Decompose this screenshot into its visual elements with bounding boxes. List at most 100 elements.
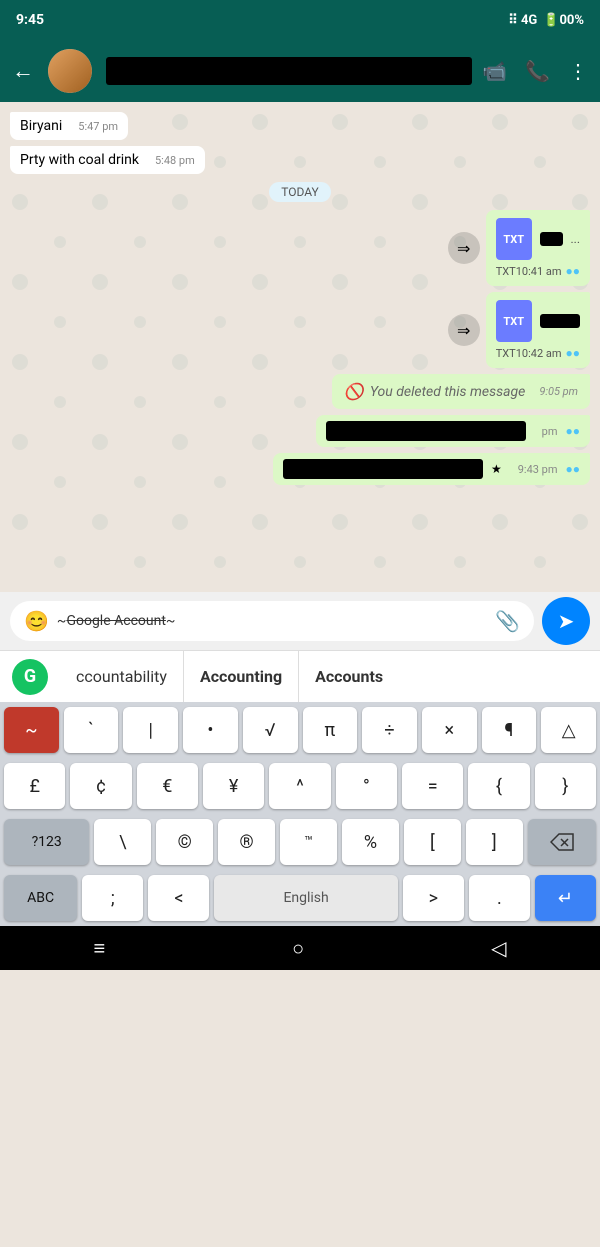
nav-menu-icon[interactable]: ≡ [93,936,105,961]
nav-back-icon[interactable]: ◁ [491,936,506,960]
status-bar: 9:45 ⠿ 4G 🔋00% [0,0,600,40]
avatar[interactable] [48,49,92,93]
key-pi[interactable]: π [303,707,358,753]
outgoing-bubble: pm ●● [316,415,590,447]
keyboard-row-2: £ ¢ € ¥ ^ ° = { } [0,758,600,814]
contact-name [106,57,472,85]
tilde-suffix: ~ [166,613,176,629]
chat-header: ← 📹 📞 ⋮ [0,40,600,102]
message-time: 5:47 pm [70,120,118,133]
message-row: pm ●● [10,415,590,447]
redacted-content [326,421,526,441]
key-less-than[interactable]: < [148,875,209,921]
ellipsis: ... [571,232,581,246]
date-separator: TODAY [10,182,590,202]
enter-key[interactable]: ↵ [535,875,596,921]
key-bracket-close[interactable]: ] [466,819,523,865]
forward-icon[interactable]: ⇒ [448,314,480,346]
key-caret[interactable]: ^ [269,763,330,809]
send-button[interactable]: ➤ [542,597,590,645]
message-input[interactable]: ~Google Account~ [57,613,487,629]
key-triangle[interactable]: △ [541,707,596,753]
key-cent[interactable]: ¢ [70,763,131,809]
attach-button[interactable]: 📎 [495,609,520,633]
input-text-strikethrough: Google Account [66,613,165,629]
read-ticks: ●● [566,346,581,360]
keyboard-row-1: ~ ` | • √ π ÷ × ¶ △ [0,702,600,758]
key-trademark[interactable]: ™ [280,819,337,865]
key-multiply[interactable]: × [422,707,477,753]
file-label: TXT [496,265,516,278]
key-abc[interactable]: ABC [4,875,77,921]
outgoing-bubble: ★ 9:43 pm ●● [273,453,590,485]
message-row: ⇒ TXT ... TXT 10:41 am ●● [10,210,590,286]
voice-call-icon[interactable]: 📞 [525,59,550,83]
key-divide[interactable]: ÷ [362,707,417,753]
message-text: Biryani [20,118,62,134]
autocomplete-word-1[interactable]: ccountability [60,651,184,702]
key-period[interactable]: . [469,875,530,921]
message-row: Prty with coal drink 5:48 pm [10,146,590,174]
autocomplete-word-3[interactable]: Accounts [299,651,399,702]
nav-home-icon[interactable]: ○ [292,936,304,961]
key-equals[interactable]: = [402,763,463,809]
key-percent[interactable]: % [342,819,399,865]
message-row: 🚫 You deleted this message 9:05 pm [10,374,590,409]
key-pound[interactable]: £ [4,763,65,809]
autocomplete-bar: G ccountability Accounting Accounts [0,650,600,702]
key-123[interactable]: ?123 [4,819,89,865]
star-icon: ★ [491,462,502,476]
backspace-key[interactable] [528,819,596,865]
key-pipe[interactable]: | [123,707,178,753]
incoming-bubble: Biryani 5:47 pm [10,112,128,140]
key-brace-close[interactable]: } [535,763,596,809]
back-button[interactable]: ← [12,58,34,84]
file-label: TXT [496,347,516,360]
video-call-icon[interactable]: 📹 [482,59,507,83]
date-label: TODAY [269,182,331,202]
chat-area: Biryani 5:47 pm Prty with coal drink 5:4… [0,102,600,592]
status-right: ⠿ 4G 🔋00% [508,13,584,28]
key-sqrt[interactable]: √ [243,707,298,753]
emoji-button[interactable]: 😊 [24,609,49,633]
key-tilde[interactable]: ~ [4,707,59,753]
key-euro[interactable]: € [137,763,198,809]
redacted-content [283,459,483,479]
deleted-icon: 🚫 [344,382,364,401]
message-time: 9:43 pm [510,463,558,476]
signal-icon: ⠿ 4G [508,13,537,28]
key-paragraph[interactable]: ¶ [482,707,537,753]
send-icon: ➤ [558,609,575,633]
message-time: 5:48 pm [147,154,195,167]
tilde-prefix: ~ [57,613,67,629]
key-backtick[interactable]: ` [64,707,119,753]
deleted-text: You deleted this message [370,384,525,400]
more-options-icon[interactable]: ⋮ [568,59,588,83]
message-time: 10:41 am [516,265,562,278]
read-ticks: ●● [566,264,581,278]
battery-icon: 🔋00% [543,13,584,28]
message-time: 9:05 pm [531,385,578,398]
key-backslash[interactable]: \ [94,819,151,865]
header-actions: 📹 📞 ⋮ [482,59,588,83]
key-degree[interactable]: ° [336,763,397,809]
key-bracket-open[interactable]: [ [404,819,461,865]
read-ticks: ●● [566,462,581,476]
bottom-nav: ≡ ○ ◁ [0,926,600,970]
autocomplete-word-2[interactable]: Accounting [184,651,299,702]
keyboard: ~ ` | • √ π ÷ × ¶ △ £ ¢ € ¥ ^ ° = { } ?1… [0,702,600,926]
key-registered[interactable]: ® [218,819,275,865]
forward-icon[interactable]: ⇒ [448,232,480,264]
key-copyright[interactable]: © [156,819,213,865]
message-text: Prty with coal drink [20,152,139,168]
message-time: pm [534,425,558,438]
space-key[interactable]: English [214,875,397,921]
message-row: ★ 9:43 pm ●● [10,453,590,485]
key-bullet[interactable]: • [183,707,238,753]
file-name [540,314,580,328]
input-area: 😊 ~Google Account~ 📎 ➤ [0,592,600,650]
key-brace-open[interactable]: { [468,763,529,809]
key-yen[interactable]: ¥ [203,763,264,809]
key-semicolon[interactable]: ; [82,875,143,921]
key-greater-than[interactable]: > [403,875,464,921]
